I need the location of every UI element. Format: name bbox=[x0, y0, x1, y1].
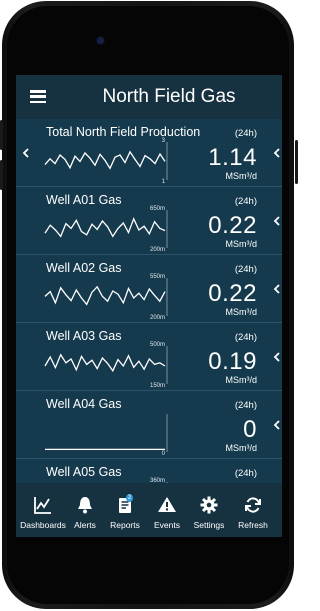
period-label: (24h) bbox=[234, 128, 257, 139]
sparkline-chart: 31 bbox=[44, 138, 168, 185]
axis-min-label: 150m bbox=[150, 383, 165, 389]
app-screen: North Field Gas Total North Field Produc… bbox=[16, 75, 282, 537]
front-camera bbox=[97, 37, 104, 44]
phone-frame: North Field Gas Total North Field Produc… bbox=[0, 0, 298, 611]
dashboards-icon bbox=[34, 497, 51, 514]
period-label: (24h) bbox=[234, 264, 257, 275]
page-title: North Field Gas bbox=[102, 86, 236, 107]
axis-max-label: 650m bbox=[150, 206, 165, 212]
app-header: North Field Gas bbox=[16, 75, 282, 119]
gear-icon bbox=[200, 496, 218, 514]
sparkline-chart: 550m 200m bbox=[44, 274, 168, 321]
chevron-left-icon[interactable] bbox=[272, 352, 282, 362]
sparkline-chart: 500m 150m bbox=[44, 342, 168, 389]
period-label: (24h) bbox=[234, 196, 257, 207]
tab-refresh[interactable]: Refresh bbox=[231, 483, 275, 537]
axis-min-label: 200m bbox=[150, 247, 165, 253]
bottom-tab-bar: Dashboards Alerts 2 Reports Events Setti… bbox=[16, 483, 282, 537]
sparkline-series bbox=[44, 285, 166, 306]
production-value: 0.22 bbox=[208, 212, 257, 239]
unit-label: MSm³/d bbox=[225, 307, 258, 317]
list-item-total-production[interactable]: Total North Field Production 31 (24h) 1.… bbox=[16, 119, 282, 187]
period-label: (24h) bbox=[234, 332, 257, 343]
unit-label: MSm³/d bbox=[225, 239, 258, 249]
production-value: 0.22 bbox=[208, 280, 257, 307]
list-item-well-a03[interactable]: Well A03 Gas 500m 150m (24h) 0.19 MSm³/d bbox=[16, 323, 282, 391]
axis-max-label: 3 bbox=[162, 138, 166, 144]
chevron-left-icon[interactable] bbox=[272, 216, 282, 226]
list-item-well-a04[interactable]: Well A04 Gas 0 (24h) 0 MSm³/d bbox=[16, 391, 282, 459]
axis-max-label: 500m bbox=[150, 342, 165, 348]
chevron-left-icon[interactable] bbox=[21, 148, 31, 158]
sparkline-chart: 0 bbox=[45, 414, 168, 457]
refresh-icon bbox=[245, 497, 261, 513]
sparkline-chart: 360m bbox=[150, 478, 168, 483]
production-value: 1.14 bbox=[208, 144, 257, 171]
bell-icon bbox=[78, 497, 92, 514]
period-label: (24h) bbox=[234, 468, 257, 479]
sparkline-series bbox=[44, 150, 166, 170]
list-item-well-a01[interactable]: Well A01 Gas 650m 200m (24h) 0.22 MSm³/d bbox=[16, 187, 282, 255]
axis-min-label: 0 bbox=[162, 451, 166, 457]
reports-badge: 2 bbox=[126, 494, 133, 502]
unit-label: MSm³/d bbox=[225, 375, 258, 385]
tab-label: Refresh bbox=[238, 520, 268, 530]
unit-label: MSm³/d bbox=[225, 171, 258, 181]
warning-icon bbox=[158, 497, 176, 512]
chevron-left-icon[interactable] bbox=[272, 420, 282, 430]
axis-min-label: 200m bbox=[150, 315, 165, 321]
axis-min-label: 1 bbox=[162, 179, 166, 185]
period-label: (24h) bbox=[234, 400, 257, 411]
production-value: 0 bbox=[243, 416, 257, 443]
hamburger-menu-icon[interactable] bbox=[30, 90, 46, 104]
unit-label: MSm³/d bbox=[225, 443, 258, 453]
sparkline-series bbox=[44, 353, 166, 373]
power-button bbox=[295, 140, 298, 184]
tab-settings[interactable]: Settings bbox=[187, 483, 231, 537]
production-value: 0.19 bbox=[208, 348, 257, 375]
sparkline-series bbox=[44, 217, 166, 238]
volume-up-button bbox=[0, 120, 3, 150]
chevron-left-icon[interactable] bbox=[272, 284, 282, 294]
sparkline-chart: 650m 200m bbox=[44, 206, 168, 253]
axis-max-label: 550m bbox=[150, 274, 165, 280]
chevron-left-icon[interactable] bbox=[272, 148, 282, 158]
list-item-well-a02[interactable]: Well A02 Gas 550m 200m (24h) 0.22 MSm³/d bbox=[16, 255, 282, 323]
list-item-well-a05[interactable]: Well A05 Gas 360m (24h) bbox=[16, 459, 282, 483]
volume-down-button bbox=[0, 160, 3, 190]
gas-well-list[interactable]: Total North Field Production 31 (24h) 1.… bbox=[16, 119, 282, 483]
